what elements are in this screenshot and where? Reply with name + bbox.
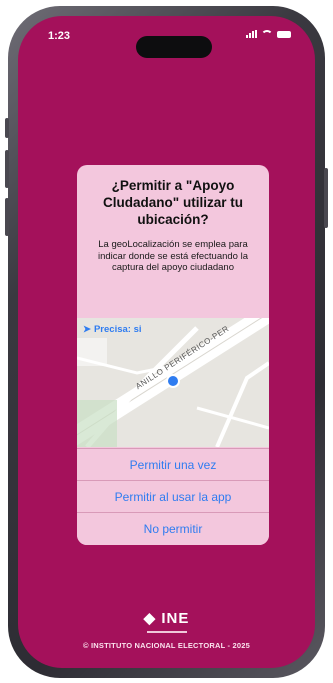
footer-copyright: © INSTITUTO NACIONAL ELECTORAL - 2025 <box>83 641 250 650</box>
dialog-message: La geoLocalización se emplea para indica… <box>98 239 248 273</box>
ine-logo-text: INE <box>161 610 190 627</box>
location-map: ➤ Precisa: si ANILLO PERIFÉRICO-PER <box>77 318 269 447</box>
volume-up-button <box>5 150 9 188</box>
silent-switch <box>5 118 9 138</box>
dialog-title: ¿Permitir a "Apoyo Cludadano" utilizar t… <box>103 178 243 227</box>
logo-subtitle-line <box>146 631 187 633</box>
phone-screen: 1:23 ¿Permitir a "Apoyo Cludadano" utili… <box>18 16 315 668</box>
dynamic-island <box>136 36 212 58</box>
location-arrow-icon: ➤ <box>83 324 91 335</box>
wifi-icon <box>261 30 273 38</box>
power-button <box>324 168 328 228</box>
battery-icon <box>277 30 291 38</box>
ine-logo-subtitle <box>18 630 315 636</box>
status-time: 1:23 <box>48 30 71 42</box>
deny-button[interactable]: No permitir <box>77 512 269 545</box>
ine-logo-icon: ◆ <box>143 610 157 627</box>
precise-toggle[interactable]: ➤ Precisa: si <box>83 324 142 335</box>
signal-icon <box>246 30 257 38</box>
allow-while-using-button[interactable]: Permitir al usar la app <box>77 480 269 513</box>
status-icons <box>246 30 291 38</box>
location-permission-dialog: ¿Permitir a "Apoyo Cludadano" utilizar t… <box>77 165 269 545</box>
allow-once-button[interactable]: Permitir una vez <box>77 448 269 481</box>
volume-down-button <box>5 198 9 236</box>
precise-label: Precisa: si <box>93 324 142 335</box>
map-graphic <box>77 318 269 447</box>
ine-logo: ◆ INE <box>18 609 315 627</box>
